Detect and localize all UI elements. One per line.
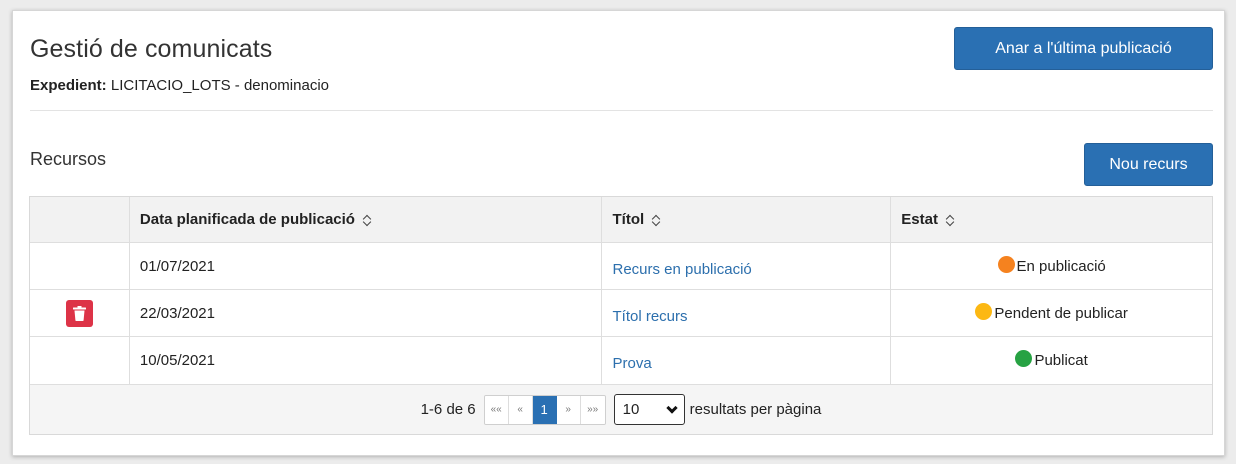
row-status-cell: Publicat [891,337,1212,384]
status-label: Pendent de publicar [994,304,1128,322]
table-row: 01/07/2021 Recurs en publicació En publi… [30,243,1212,290]
row-date: 01/07/2021 [130,243,602,289]
per-page-label: resultats per pàgina [689,401,822,418]
row-title-cell: Prova [602,337,892,384]
last-publication-button[interactable]: Anar a l'última publicació [954,27,1213,70]
row-actions [30,243,130,289]
page-size-select[interactable]: 10 [613,394,685,425]
pagination-bar: 1-6 de 6 «« « 1 » »» 10 resultats per pà… [30,385,1212,434]
sort-icon[interactable] [946,213,955,227]
row-title-link[interactable]: Títol recurs [613,308,688,325]
communications-panel: Gestió de comunicats Expedient: LICITACI… [12,10,1225,456]
divider [30,110,1213,111]
row-actions [30,337,130,384]
table-row: 10/05/2021 Prova Publicat [30,337,1212,385]
last-page-button[interactable]: »» [580,395,605,424]
row-title-cell: Recurs en publicació [602,243,892,289]
column-header-title[interactable]: Títol [602,197,892,242]
status-dot-icon [997,255,1015,273]
table-row: 22/03/2021 Títol recurs Pendent de publi… [30,290,1212,337]
new-resource-button[interactable]: Nou recurs [1084,143,1213,186]
row-title-link[interactable]: Recurs en publicació [613,261,752,278]
delete-button[interactable] [65,299,93,327]
expedient-value: LICITACIO_LOTS - denominacio [110,77,329,94]
sort-icon[interactable] [363,213,372,227]
column-header-date-label: Data planificada de publicació [139,211,355,228]
row-status-cell: Pendent de publicar [891,290,1212,336]
sort-icon[interactable] [652,213,661,227]
section-title: Recursos [30,149,107,169]
prev-page-button[interactable]: « [508,395,533,424]
column-header-status-label: Estat [901,211,938,228]
status-dot-icon [975,302,993,320]
status-label: En publicació [1016,257,1106,275]
row-date: 22/03/2021 [130,290,602,336]
chevron-down-icon [665,402,678,414]
first-page-button[interactable]: «« [484,395,509,424]
page-title: Gestió de comunicats [30,35,273,63]
row-title-link[interactable]: Prova [613,355,652,372]
table-header: Data planificada de publicació Títol Est… [30,197,1212,243]
expedient-label: Expedient: [30,77,107,94]
next-page-button[interactable]: » [556,395,581,424]
column-header-title-label: Títol [612,211,645,228]
row-title-cell: Títol recurs [602,290,892,336]
page-size-value: 10 [622,401,640,418]
row-actions [30,290,130,336]
row-date: 10/05/2021 [130,337,602,384]
resources-table: Data planificada de publicació Títol Est… [29,196,1213,435]
status-label: Publicat [1034,352,1088,369]
trash-icon [72,305,86,321]
row-status-cell: En publicació [891,243,1212,289]
column-header-date[interactable]: Data planificada de publicació [130,197,602,242]
page-button-current[interactable]: 1 [532,395,557,424]
pagination-range: 1-6 de 6 [420,401,476,418]
expedient-info: Expedient: LICITACIO_LOTS - denominacio [30,77,329,94]
column-header-actions [30,197,130,242]
pagination-controls: «« « 1 » »» [483,394,606,425]
status-dot-icon [1015,350,1033,367]
column-header-status[interactable]: Estat [891,197,1212,242]
